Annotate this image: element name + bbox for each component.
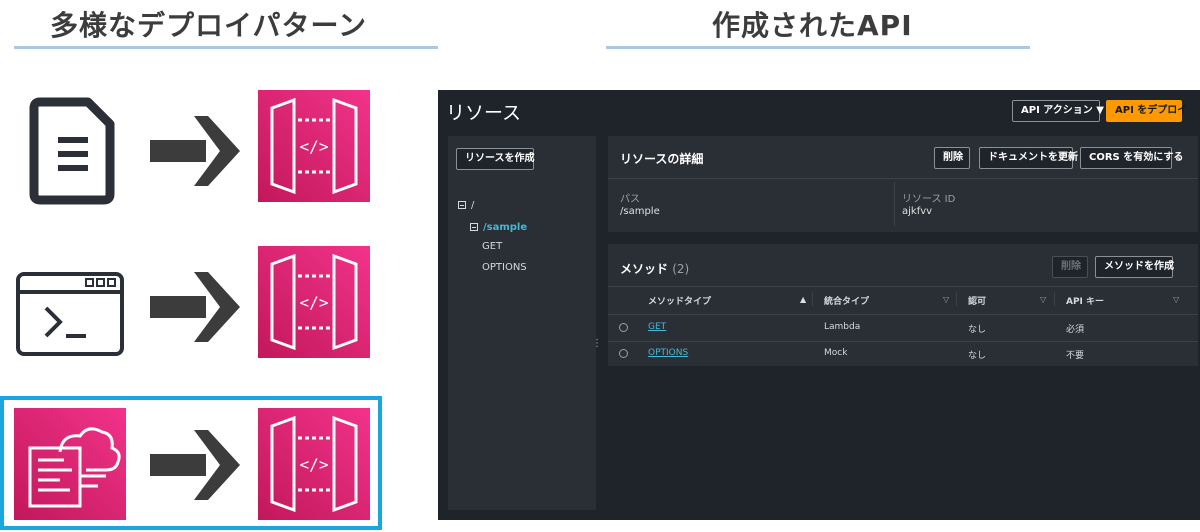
arrow-right-icon (150, 430, 240, 500)
svg-text:</>: </> (300, 293, 329, 312)
create-method-button[interactable]: メソッドを作成 (1095, 256, 1174, 278)
column-header-method-type[interactable]: メソッドタイプ (648, 294, 711, 307)
methods-title: メソッド (2) (620, 260, 689, 277)
resource-details-title: リソースの詳細 (620, 152, 704, 166)
api-gateway-icon: </> (258, 90, 370, 202)
row-select-radio[interactable] (619, 349, 628, 358)
tree-item-sample[interactable]: /sample (470, 222, 527, 233)
methods-title-text: メソッド (620, 262, 669, 276)
svg-text:</>: </> (300, 137, 329, 156)
resource-details-panel: リソースの詳細 削除 ドキュメントを更新 CORS を有効にする パス /sam… (608, 136, 1198, 232)
slide: 多様なデプロイパターン 作成されたAPI </> </> </> リソース AP… (0, 0, 1200, 532)
terminal-icon (16, 272, 124, 356)
deploy-api-button[interactable]: API をデプロイ (1106, 100, 1187, 122)
pattern-row-cloudformation: </> (0, 396, 382, 530)
tree-root-label: / (471, 200, 475, 211)
divider (812, 292, 813, 306)
tree-item-options[interactable]: OPTIONS (482, 262, 527, 273)
divider (894, 182, 895, 226)
collapse-icon[interactable] (458, 201, 466, 209)
tree-root[interactable]: / (458, 200, 474, 211)
tree-item-get[interactable]: GET (482, 241, 502, 252)
path-value: /sample (620, 206, 660, 217)
auth-cell: なし (968, 325, 987, 335)
svg-text:</>: </> (300, 455, 329, 474)
divider (608, 178, 1198, 179)
delete-resource-button[interactable]: 削除 (934, 147, 970, 169)
column-header-integration[interactable]: 統合タイプ (824, 294, 869, 307)
right-heading: 作成されたAPI (712, 9, 913, 42)
sort-icon[interactable]: ▽ (1040, 295, 1046, 304)
pattern-row-document: </> (0, 88, 380, 208)
api-gateway-icon: </> (258, 246, 370, 358)
create-resource-button[interactable]: リソースを作成 (456, 148, 535, 170)
method-link-get[interactable]: GET (648, 322, 666, 332)
divider (1054, 292, 1055, 306)
update-documentation-button[interactable]: ドキュメントを更新 (979, 147, 1078, 169)
column-header-auth[interactable]: 認可 (968, 294, 986, 307)
methods-panel: メソッド (2) 削除 メソッドを作成 メソッドタイプ ▲ 統合タイプ ▽ 認可… (608, 244, 1198, 366)
sort-icon[interactable]: ▽ (1173, 295, 1179, 304)
path-label: パス (620, 194, 640, 205)
api-gateway-console: リソース API アクション ▼ API をデプロイ リソースを作成 / /sa… (438, 90, 1200, 520)
api-actions-dropdown[interactable]: API アクション ▼ (1012, 100, 1104, 122)
resource-id-value: ajkfvv (902, 206, 933, 217)
page-title: リソース (446, 102, 522, 124)
tree-item-sample-label: /sample (483, 222, 528, 233)
api-key-cell: 必須 (1066, 325, 1085, 335)
arrow-right-icon (150, 272, 240, 342)
divider (608, 286, 1198, 287)
resource-id-label: リソース ID (902, 194, 956, 205)
left-heading: 多様なデプロイパターン (50, 9, 368, 42)
integration-cell: Lambda (824, 322, 861, 332)
arrow-right-icon (150, 116, 240, 186)
table-row[interactable]: GET Lambda なし 必須 (608, 315, 1198, 341)
document-icon (29, 97, 115, 205)
cloudformation-icon (14, 408, 126, 520)
resize-handle[interactable]: ⋮ (592, 338, 602, 349)
resources-panel: リソースを作成 / /sample GET OPTIONS (448, 136, 596, 510)
collapse-icon[interactable] (470, 223, 478, 231)
sort-icon[interactable]: ▽ (943, 295, 949, 304)
table-row[interactable]: OPTIONS Mock なし 不要 (608, 341, 1198, 367)
method-link-options[interactable]: OPTIONS (648, 348, 688, 358)
auth-cell: なし (968, 351, 987, 361)
api-gateway-icon: </> (258, 408, 370, 520)
methods-count: (2) (672, 262, 690, 276)
enable-cors-button[interactable]: CORS を有効にする (1080, 147, 1183, 169)
right-heading-underline (606, 46, 1030, 49)
divider (956, 292, 957, 306)
left-heading-underline (14, 46, 438, 49)
sort-asc-icon[interactable]: ▲ (800, 295, 806, 304)
api-key-cell: 不要 (1066, 351, 1085, 361)
delete-method-button[interactable]: 削除 (1052, 256, 1088, 278)
row-select-radio[interactable] (619, 323, 628, 332)
pattern-row-terminal: </> (0, 244, 380, 364)
integration-cell: Mock (824, 348, 848, 358)
column-header-api-key[interactable]: API キー (1066, 294, 1104, 307)
